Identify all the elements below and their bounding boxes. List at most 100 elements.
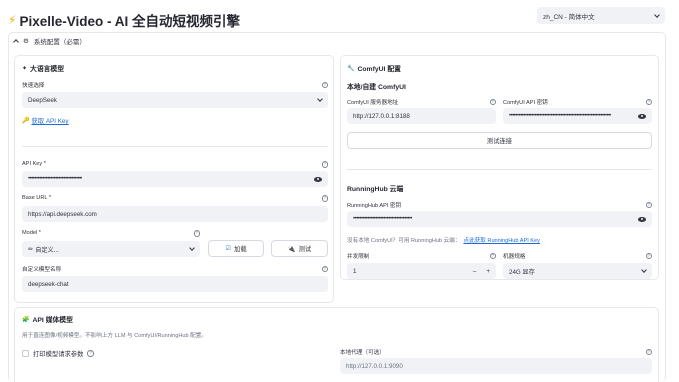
system-config-title: 系统配置（必需） [33,39,86,46]
help-icon[interactable]: ? [321,161,328,168]
llm-title: 大语言模型 [30,66,65,73]
get-api-key-link[interactable]: 获取 API Key [31,116,68,125]
custom-model-label-row: 自定义模型名称 ? [22,265,328,273]
api-key-input[interactable]: •••••••••••••••••••••••••••••••••• [22,171,328,187]
eye-icon[interactable] [638,113,646,119]
help-icon[interactable]: ? [645,201,652,209]
no-local-comfy-row: 没有本地 ComfyUI？可用 RunningHub 云端： 点此获取 Runn… [347,236,540,244]
no-local-comfy-text: 没有本地 ComfyUI？可用 RunningHub 云端： [347,238,461,244]
help-icon[interactable]: ? [321,265,328,273]
test-llm-button[interactable]: 🔌 测试 [271,240,328,257]
proxy-input[interactable]: http://127.0.0.1:9090 [340,358,652,374]
comfyui-local-title: 本地/自建 ComfyUI [347,84,406,91]
increment-button[interactable]: + [486,268,490,275]
custom-model-input[interactable]: deepseek-chat [22,276,328,292]
wrench-icon: 🔧 [347,65,355,72]
chevron-down-icon [654,11,660,18]
help-icon[interactable]: ? [645,252,652,260]
base-url-label-row: Base URL * ? [22,195,328,202]
quick-select-label: 快速选择 [22,83,45,89]
model-select[interactable]: ✏ 自定义... [22,241,200,257]
help-icon[interactable]: ? [645,348,652,356]
test-connection-button[interactable]: 测试连接 [347,132,652,149]
rh-key-input[interactable]: ••••••••••••••••••••••••••••••••••••• [347,211,652,227]
comfy-server-label: ComfyUI 服务器地址 [347,100,399,106]
chevron-down-icon [189,245,195,251]
custom-model-value: deepseek-chat [28,280,69,288]
llm-icon: ✦ [22,65,28,72]
system-config-expander-header[interactable]: ⚙ 系统配置（必需） [13,36,86,46]
machine-label: 机器规格 [503,254,526,260]
comfyui-section-title: 🔧 ComfyUI 配置 [347,63,401,74]
comfy-key-label-row: ComfyUI API 密钥 ? [503,98,652,106]
concurrency-label-row: 并发限制 ? [347,252,496,260]
test-connection-label: 测试连接 [486,138,513,145]
api-key-value: •••••••••••••••••••••••••••••••••• [28,176,83,182]
eye-icon[interactable] [314,176,322,182]
print-params-checkbox-row[interactable]: 打印模型请求参数 ? [22,349,94,358]
quick-select-value: DeepSeek [28,96,57,104]
get-api-key-row[interactable]: 🔑 获取 API Key [22,116,69,125]
load-icon: ☑ [225,245,232,252]
rh-key-value: ••••••••••••••••••••••••••••••••••••• [353,216,413,222]
api-media-section-title: 🧩 API 媒体模型 [22,314,73,325]
load-models-button[interactable]: ☑ 加载 [208,240,264,257]
machine-value: 24G 显存 [509,268,535,276]
print-params-checkbox[interactable] [22,350,29,357]
runninghub-key-link[interactable]: 点此获取 RunningHub API Key [463,236,539,244]
custom-model-label: 自定义模型名称 [22,267,62,273]
chevron-down-icon [317,96,323,102]
gear-icon: ⚙ [23,38,29,45]
comfy-server-input[interactable]: http://127.0.0.1:8188 [347,108,496,124]
comfy-key-label: ComfyUI API 密钥 [503,100,548,106]
stepper-controls: – + [473,268,490,275]
proxy-label-row: 本地代理（可选） ? [340,348,652,356]
api-media-description: 用于直连图像/视频模型。不影响上方 LLM 与 ComfyUI/RunningH… [22,333,207,339]
comfy-key-input[interactable]: ••••••••••••••••••••••••••••••••••••••••… [503,108,652,124]
rh-key-label: RunningHub API 密钥 [347,203,402,209]
comfy-divider [347,169,652,170]
proxy-label: 本地代理（可选） [340,350,385,356]
api-key-label-row: API Key * ? [22,161,328,168]
language-select-value: zh_CN - 简体中文 [543,13,595,21]
print-params-label: 打印模型请求参数 [33,351,84,358]
chevron-up-icon [13,39,19,45]
key-icon: 🔑 [22,118,30,124]
help-icon[interactable]: ? [645,98,652,106]
base-url-input[interactable]: https://api.deepseek.com [22,206,328,222]
llm-section-title: ✦ 大语言模型 [22,63,65,74]
quick-select-dropdown[interactable]: DeepSeek [22,92,328,108]
machine-label-row: 机器规格 ? [503,252,652,260]
runninghub-title: RunningHub 云端 [347,186,404,193]
eye-icon[interactable] [638,216,646,222]
concurrency-value: 1 [353,267,357,275]
help-icon[interactable]: ? [321,195,328,202]
help-icon[interactable]: ? [87,350,94,357]
help-icon[interactable]: ? [321,81,328,89]
help-icon[interactable]: ? [489,98,496,106]
quick-select-label-row: 快速选择 ? [22,81,328,89]
help-icon[interactable]: ? [489,252,496,260]
help-icon[interactable]: ? [193,230,200,237]
page-title-text: Pixelle-Video - AI 全自动短视频引擎 [19,14,240,29]
model-select-value: 自定义... [35,246,59,254]
concurrency-label: 并发限制 [347,254,370,260]
load-button-label: 加载 [234,246,247,253]
concurrency-stepper[interactable]: 1 – + [347,263,496,279]
rh-key-label-row: RunningHub API 密钥 ? [347,201,652,209]
puzzle-icon: 🧩 [22,316,30,323]
plug-icon: 🔌 [287,245,296,253]
decrement-button[interactable]: – [473,268,476,275]
language-select[interactable]: zh_CN - 简体中文 [537,7,665,24]
model-label: Model * [22,230,41,237]
test-button-label: 测试 [298,246,312,253]
comfy-server-value: http://127.0.0.1:8188 [353,112,410,120]
pencil-icon: ✏ [28,245,34,253]
proxy-placeholder: http://127.0.0.1:9090 [346,362,403,370]
comfy-key-value: ••••••••••••••••••••••••••••••••••••••••… [509,113,612,119]
machine-select[interactable]: 24G 显存 [503,263,652,279]
llm-divider [22,146,328,147]
api-media-title: API 媒体模型 [32,317,73,324]
page-title: ⚡ Pixelle-Video - AI 全自动短视频引擎 [8,10,240,30]
bolt-icon: ⚡ [8,13,17,27]
